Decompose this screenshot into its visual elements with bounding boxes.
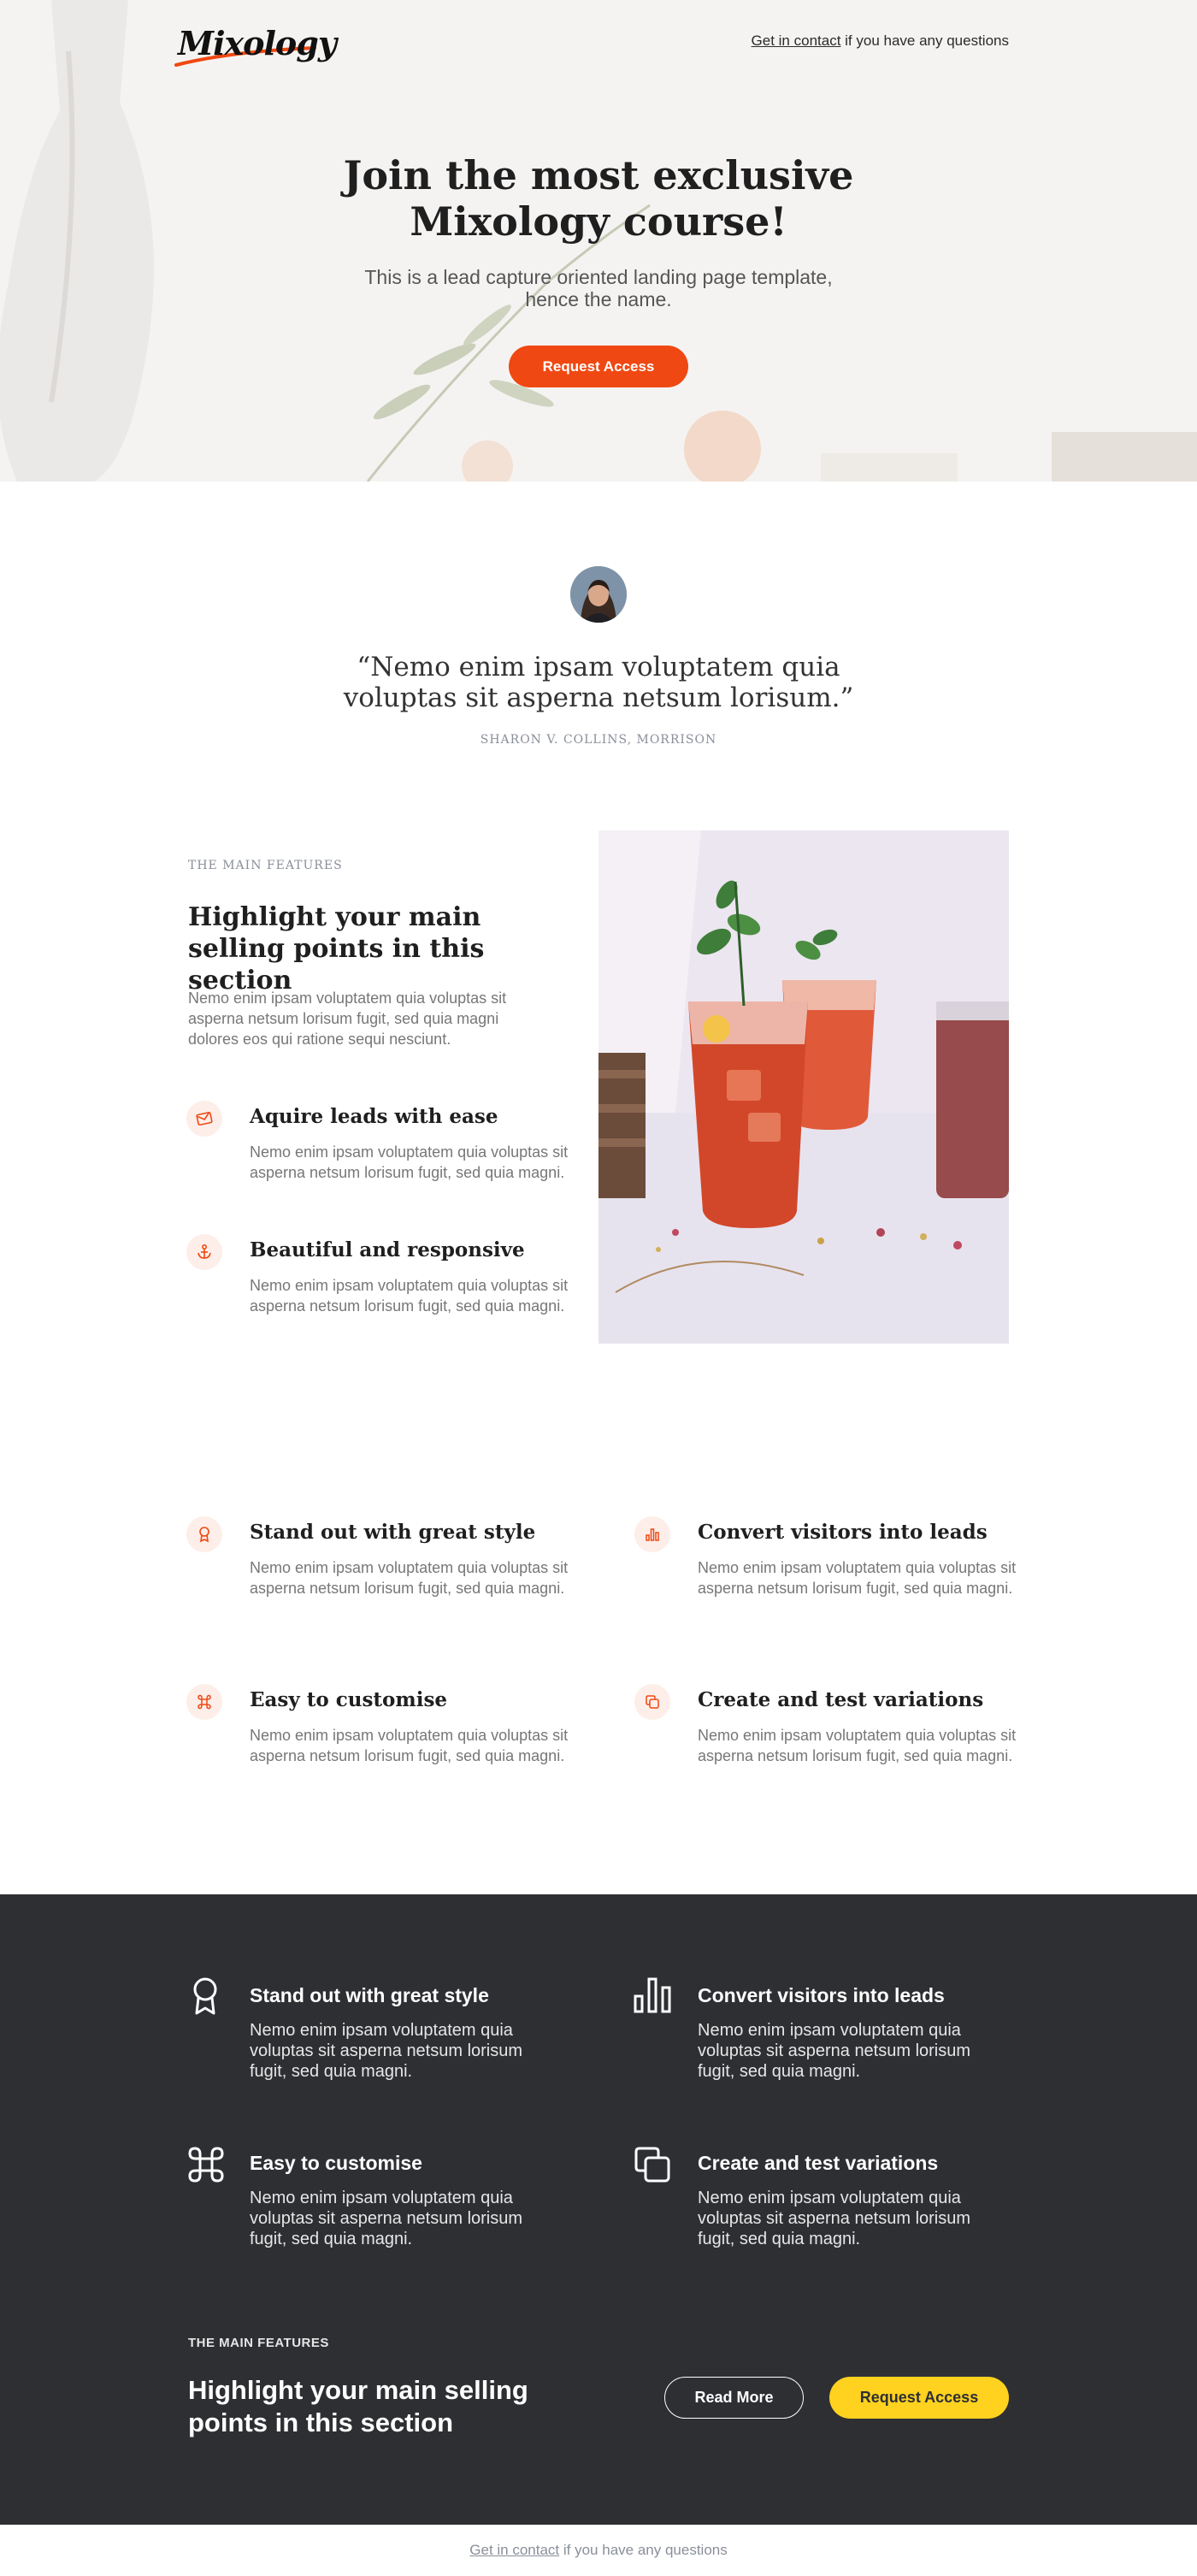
grid-title-4: Create and test variations <box>698 1688 984 1711</box>
dark-grid-text-3: Nemo enim ipsam voluptatem quia voluptas… <box>250 2189 523 2248</box>
bar-chart-icon <box>646 1528 659 1541</box>
dark-grid-text-1: Nemo enim ipsam voluptatem quia voluptas… <box>250 2021 523 2081</box>
anchor-icon <box>198 1244 211 1259</box>
dark-features-section <box>0 1894 1197 2525</box>
feature-title-1: Aquire leads with ease <box>250 1105 498 1128</box>
feature-icon-wrap-2 <box>186 1234 222 1270</box>
dark-grid-title-2: Convert visitors into leads <box>698 1984 945 2006</box>
grid-text-3: Nemo enim ipsam voluptatem quia voluptas… <box>250 1727 569 1764</box>
dark-grid-title-4: Create and test variations <box>698 2152 939 2174</box>
grid-title-1: Stand out with great style <box>250 1521 536 1544</box>
header-contact-link[interactable]: Get in contact <box>752 32 841 49</box>
feature-text-2: Nemo enim ipsam voluptatem quia voluptas… <box>250 1277 569 1315</box>
grid-title-2: Convert visitors into leads <box>698 1521 988 1544</box>
feature-text-1: Nemo enim ipsam voluptatem quia voluptas… <box>250 1143 569 1181</box>
grid-icon-wrap-2 <box>634 1516 670 1552</box>
grid-text-2: Nemo enim ipsam voluptatem quia voluptas… <box>698 1559 1017 1597</box>
features-eyebrow: THE MAIN FEATURES <box>188 859 343 872</box>
cocktail-photo <box>598 830 1009 1344</box>
award-icon <box>193 1977 217 2015</box>
grid-icon-wrap-1 <box>186 1516 222 1552</box>
mixology-logo[interactable]: Mixology <box>171 21 337 72</box>
footer-contact-link[interactable]: Get in contact <box>469 2542 559 2558</box>
award-icon <box>199 1527 209 1543</box>
hero-subtitle: This is a lead capture oriented landing … <box>364 266 833 310</box>
dark-grid-title-3: Easy to customise <box>250 2152 422 2174</box>
features-description: Nemo enim ipsam voluptatem quia voluptas… <box>188 990 507 1048</box>
dark-eyebrow: THE MAIN FEATURES <box>188 2336 329 2350</box>
feature-icon-wrap-1 <box>186 1101 222 1137</box>
mail-icon <box>196 1111 213 1126</box>
cocktail-image <box>598 830 1009 1344</box>
footer: Get in contact if you have any questions <box>0 2525 1197 2576</box>
copy-icon <box>646 1695 659 1709</box>
bar-chart-icon <box>634 1977 671 2013</box>
features-title: Highlight your main selling points in th… <box>188 902 485 996</box>
grid-text-4: Nemo enim ipsam voluptatem quia voluptas… <box>698 1727 1017 1764</box>
dark-cta-title: Highlight your main selling points in th… <box>188 2375 528 2437</box>
hero-request-access-button[interactable]: Request Access <box>509 346 688 387</box>
header-contact: Get in contact if you have any questions <box>752 32 1009 50</box>
hero-title: Join the most exclusive Mixology course! <box>343 152 854 245</box>
read-more-button[interactable]: Read More <box>664 2377 804 2419</box>
command-icon <box>198 1694 211 1710</box>
testimonial-author: SHARON V. COLLINS, MORRISON <box>480 733 717 747</box>
grid-title-3: Easy to customise <box>250 1688 448 1711</box>
dark-request-access-button[interactable]: Request Access <box>829 2377 1009 2419</box>
dark-grid-title-1: Stand out with great style <box>250 1984 489 2006</box>
logo-text: Mixology <box>178 24 337 62</box>
feature-title-2: Beautiful and responsive <box>250 1238 525 1261</box>
dark-grid-text-4: Nemo enim ipsam voluptatem quia voluptas… <box>698 2189 971 2248</box>
testimonial-quote: “Nemo enim ipsam voluptatem quia volupta… <box>343 652 854 713</box>
header-contact-suffix: if you have any questions <box>840 32 1009 49</box>
grid-icon-wrap-3 <box>186 1684 222 1720</box>
footer-contact-suffix: if you have any questions <box>559 2542 728 2558</box>
grid-text-1: Nemo enim ipsam voluptatem quia voluptas… <box>250 1559 569 1597</box>
avatar-portrait-icon <box>570 566 627 623</box>
command-icon <box>188 2147 224 2183</box>
hero-section: Mixology Get in contact if you have any … <box>0 0 1197 482</box>
dark-grid-text-2: Nemo enim ipsam voluptatem quia voluptas… <box>698 2021 971 2081</box>
testimonial-avatar <box>570 566 627 623</box>
copy-icon <box>634 2147 670 2183</box>
grid-icon-wrap-4 <box>634 1684 670 1720</box>
